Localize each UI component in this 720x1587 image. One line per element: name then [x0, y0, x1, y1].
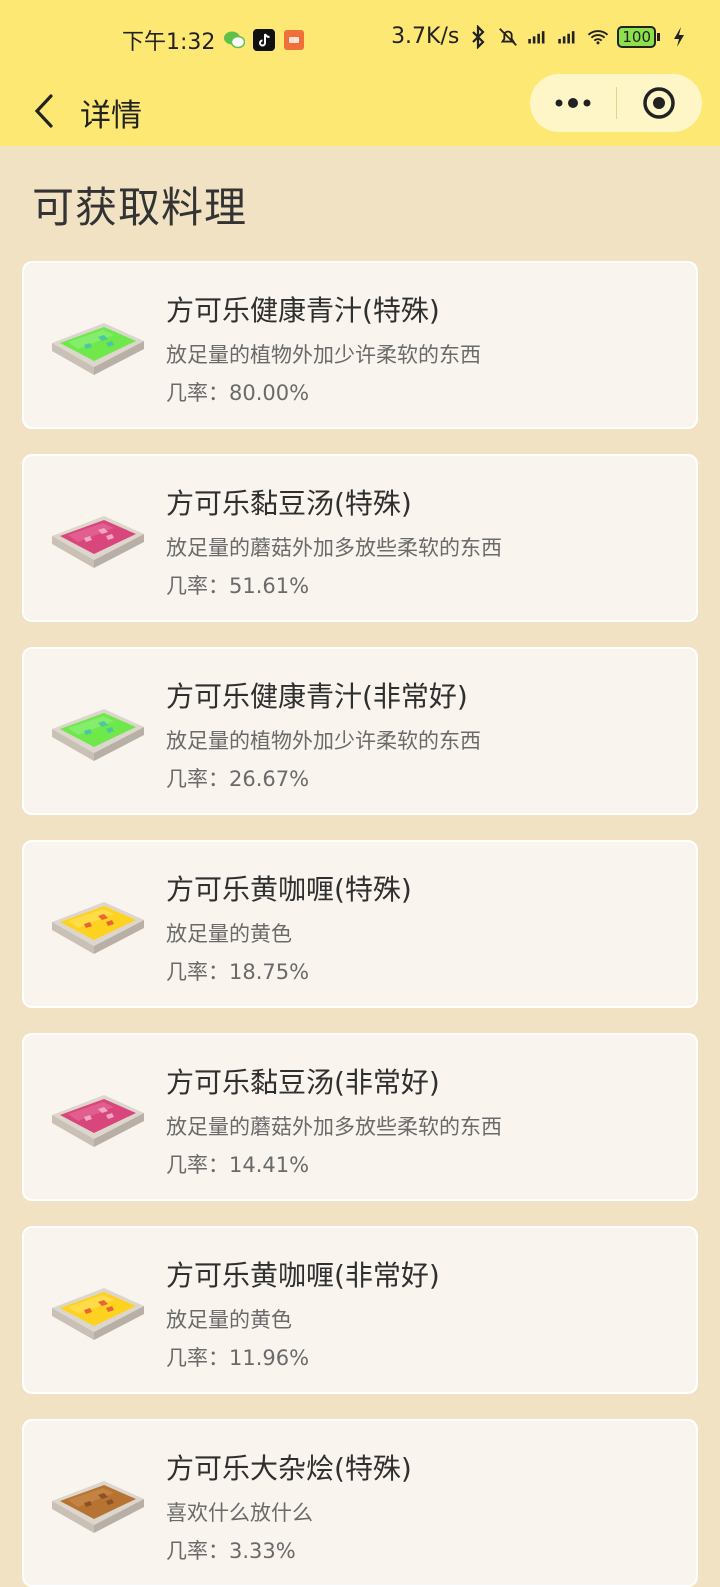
- dish-description: 放足量的蘑菇外加多放些柔软的东西: [166, 1115, 502, 1139]
- chevron-left-icon: [34, 94, 53, 128]
- more-dots-icon: [555, 98, 591, 108]
- dish-rate: 几率：18.75%: [166, 960, 310, 984]
- signal-icon-2: [557, 26, 579, 48]
- dish-card[interactable]: 方可乐健康青汁(非常好) 放足量的植物外加少许柔软的东西 几率：26.67%: [22, 647, 698, 815]
- back-button[interactable]: [24, 88, 64, 134]
- more-button[interactable]: [530, 74, 616, 132]
- dish-description: 放足量的植物外加少许柔软的东西: [166, 729, 481, 753]
- dish-description: 放足量的黄色: [166, 922, 292, 946]
- battery-level: 100: [617, 25, 656, 48]
- tiktok-icon: [253, 29, 276, 51]
- dish-description: 放足量的黄色: [166, 1308, 292, 1332]
- dish-card[interactable]: 方可乐黏豆汤(特殊) 放足量的蘑菇外加多放些柔软的东西 几率：51.61%: [22, 454, 698, 622]
- dish-tray-icon: [52, 709, 144, 761]
- dish-card[interactable]: 方可乐健康青汁(特殊) 放足量的植物外加少许柔软的东西 几率：80.00%: [22, 261, 698, 429]
- dish-name: 方可乐健康青汁(非常好): [166, 680, 468, 713]
- dish-name: 方可乐黏豆汤(非常好): [166, 1066, 440, 1099]
- dish-rate: 几率：26.67%: [166, 767, 310, 791]
- dish-description: 放足量的植物外加少许柔软的东西: [166, 343, 481, 367]
- dish-rate: 几率：51.61%: [166, 574, 310, 598]
- mi-icon: [283, 29, 305, 51]
- wechat-icon: [223, 29, 246, 51]
- dish-card[interactable]: 方可乐黄咖喱(非常好) 放足量的黄色 几率：11.96%: [22, 1226, 698, 1394]
- target-icon: [643, 87, 675, 119]
- dish-rate: 几率：11.96%: [166, 1346, 310, 1370]
- wifi-icon: [587, 26, 609, 48]
- bluetooth-icon: [467, 24, 489, 49]
- signal-icon: [527, 26, 549, 48]
- dish-rate: 几率：14.41%: [166, 1153, 310, 1177]
- dish-card[interactable]: 方可乐黏豆汤(非常好) 放足量的蘑菇外加多放些柔软的东西 几率：14.41%: [22, 1033, 698, 1201]
- dish-tray-icon: [52, 902, 144, 954]
- net-speed: 3.7K/s: [391, 24, 460, 49]
- dish-name: 方可乐黄咖喱(非常好): [166, 1259, 440, 1292]
- main-content: 可获取料理 方可乐健康青汁(特殊) 放足量的植物外加少许柔软的东西 几率：80.00…: [0, 146, 720, 1587]
- dish-list: 方可乐健康青汁(特殊) 放足量的植物外加少许柔软的东西 几率：80.00% 方可乐黏豆…: [22, 261, 698, 1587]
- dish-rate: 几率：80.00%: [166, 381, 310, 405]
- dish-name: 方可乐健康青汁(特殊): [166, 294, 440, 327]
- status-bar: 下午1:32 3.7K/s 100: [0, 0, 720, 78]
- bell-off-icon: [497, 26, 519, 48]
- dish-name: 方可乐大杂烩(特殊): [166, 1452, 412, 1485]
- dish-rate: 几率：3.33%: [166, 1539, 296, 1563]
- mini-program-capsule: [530, 74, 702, 132]
- dish-tray-icon: [52, 323, 144, 375]
- dish-name: 方可乐黏豆汤(特殊): [166, 487, 412, 520]
- battery-icon: 100: [617, 25, 660, 48]
- dish-card[interactable]: 方可乐大杂烩(特殊) 喜欢什么放什么 几率：3.33%: [22, 1419, 698, 1587]
- dish-tray-icon: [52, 1095, 144, 1147]
- section-title: 可获取料理: [32, 183, 248, 232]
- dish-name: 方可乐黄咖喱(特殊): [166, 873, 412, 906]
- nav-bar: 详情: [0, 74, 720, 146]
- status-right: 3.7K/s 100: [391, 24, 690, 49]
- dish-tray-icon: [52, 516, 144, 568]
- dish-tray-icon: [52, 1288, 144, 1340]
- dish-description: 喜欢什么放什么: [166, 1501, 313, 1525]
- charging-icon: [668, 26, 690, 48]
- status-time: 下午1:32: [122, 30, 216, 55]
- dish-description: 放足量的蘑菇外加多放些柔软的东西: [166, 536, 502, 560]
- page-title: 详情: [80, 98, 142, 134]
- dish-tray-icon: [52, 1481, 144, 1533]
- close-mini-program-button[interactable]: [617, 74, 703, 132]
- status-left: 下午1:32: [122, 24, 305, 56]
- dish-card[interactable]: 方可乐黄咖喱(特殊) 放足量的黄色 几率：18.75%: [22, 840, 698, 1008]
